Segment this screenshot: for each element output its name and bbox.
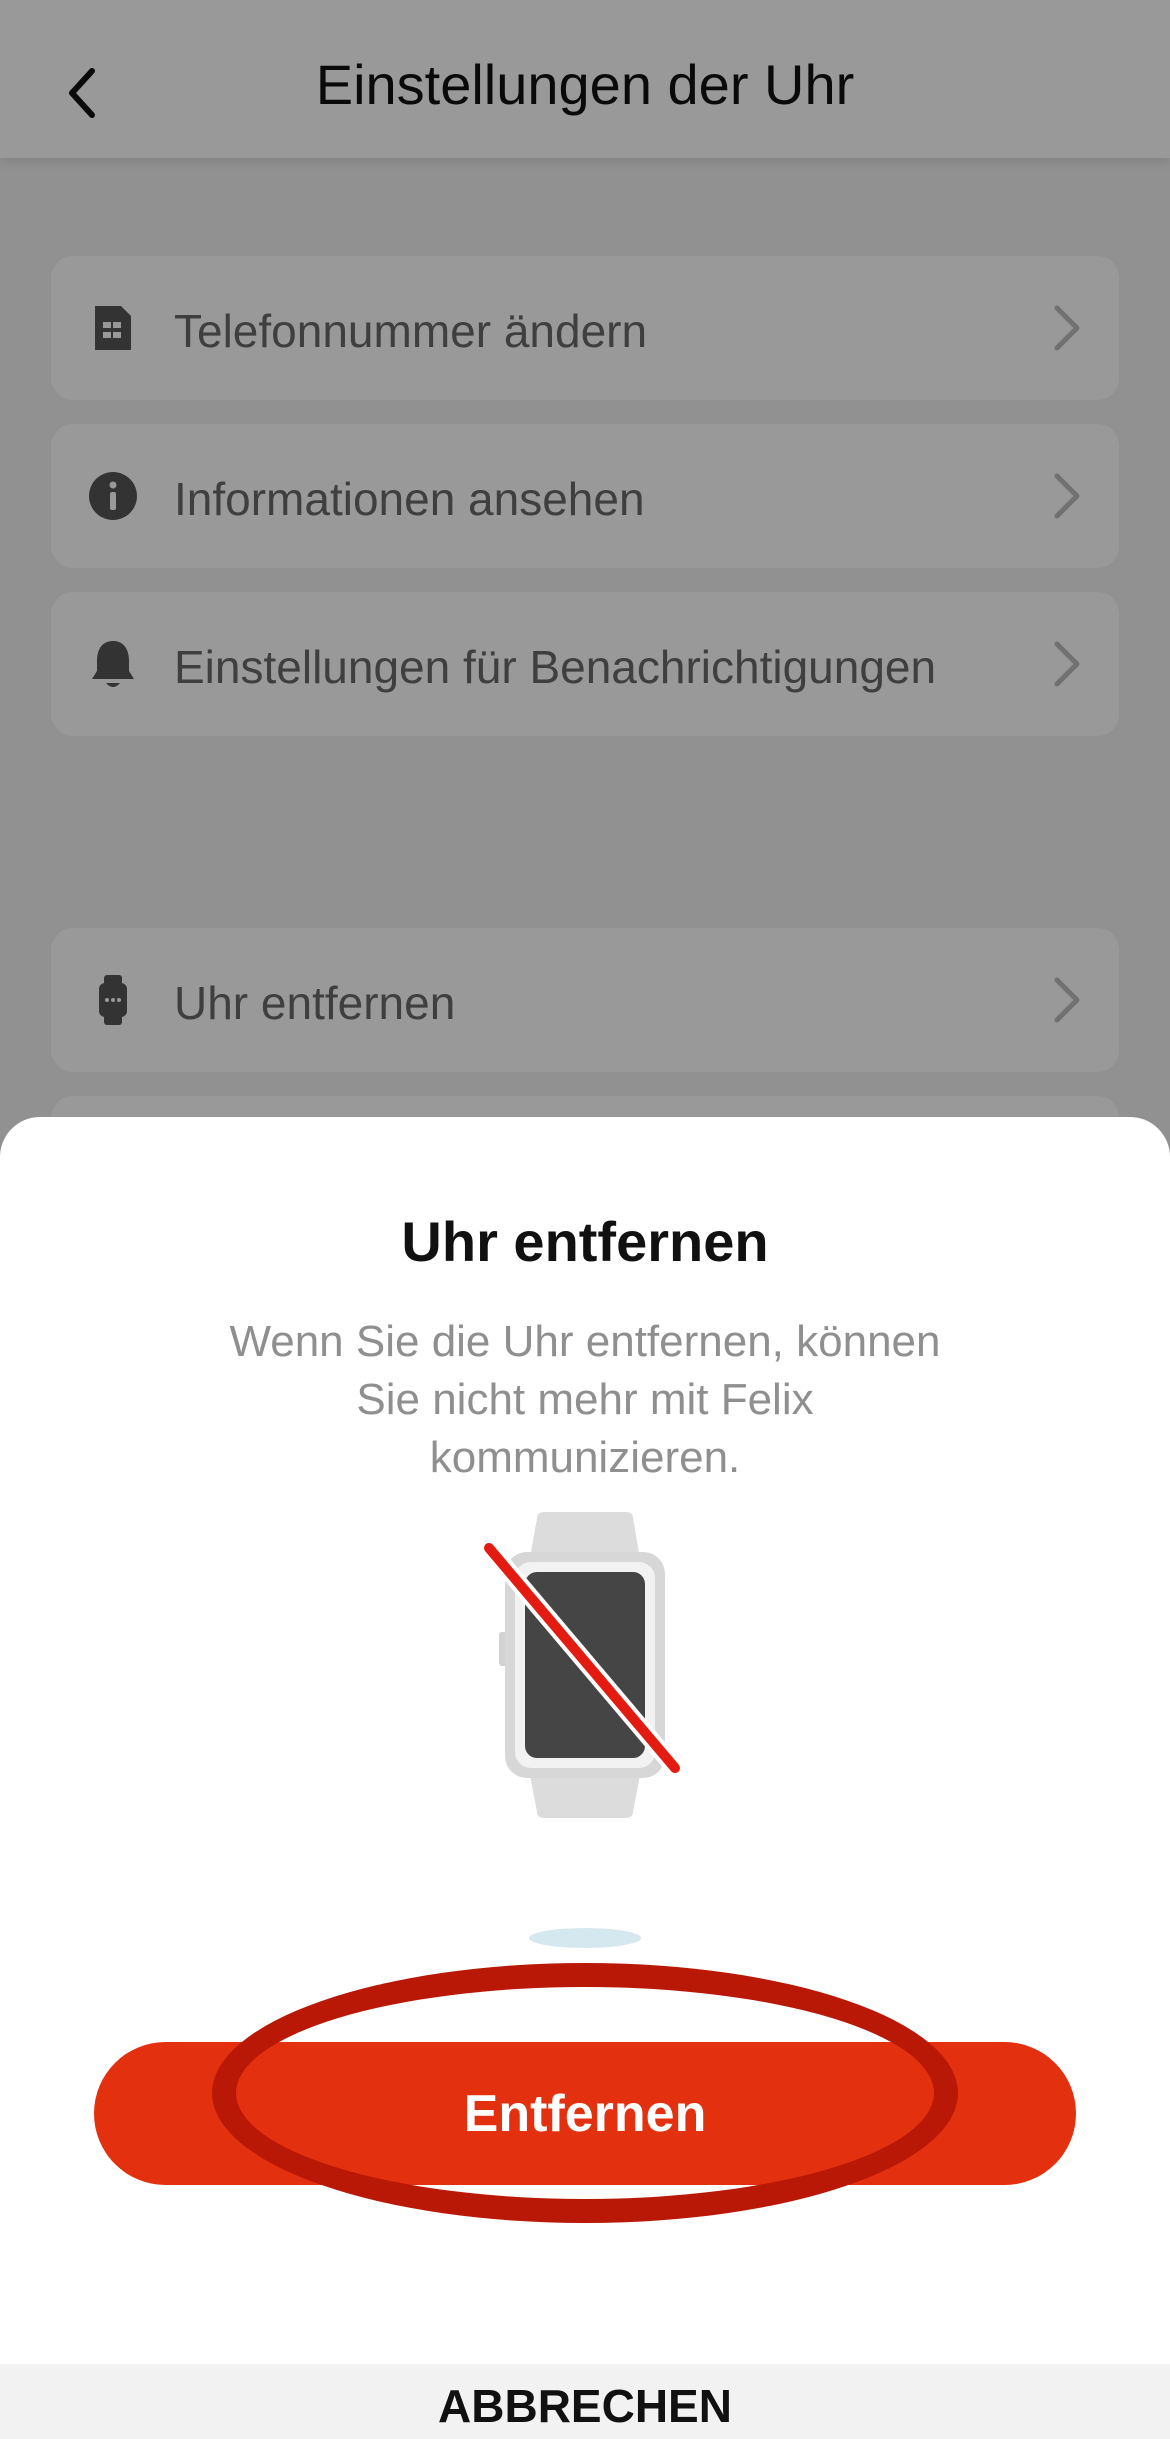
remove-watch-sheet: Uhr entfernen Wenn Sie die Uhr entfernen… [0,1117,1170,2432]
confirm-remove-label: Entfernen [463,2084,707,2143]
cancel-label: ABBRECHEN [438,2380,732,2432]
confirm-remove-button[interactable]: Entfernen [94,2042,1076,2185]
cancel-button[interactable]: ABBRECHEN [0,2379,1170,2439]
watch-removed-icon [480,1512,684,1948]
dialog-title: Uhr entfernen [401,1210,769,1273]
dialog-description: Wenn Sie die Uhr entfernen, können Sie n… [229,1317,941,1482]
